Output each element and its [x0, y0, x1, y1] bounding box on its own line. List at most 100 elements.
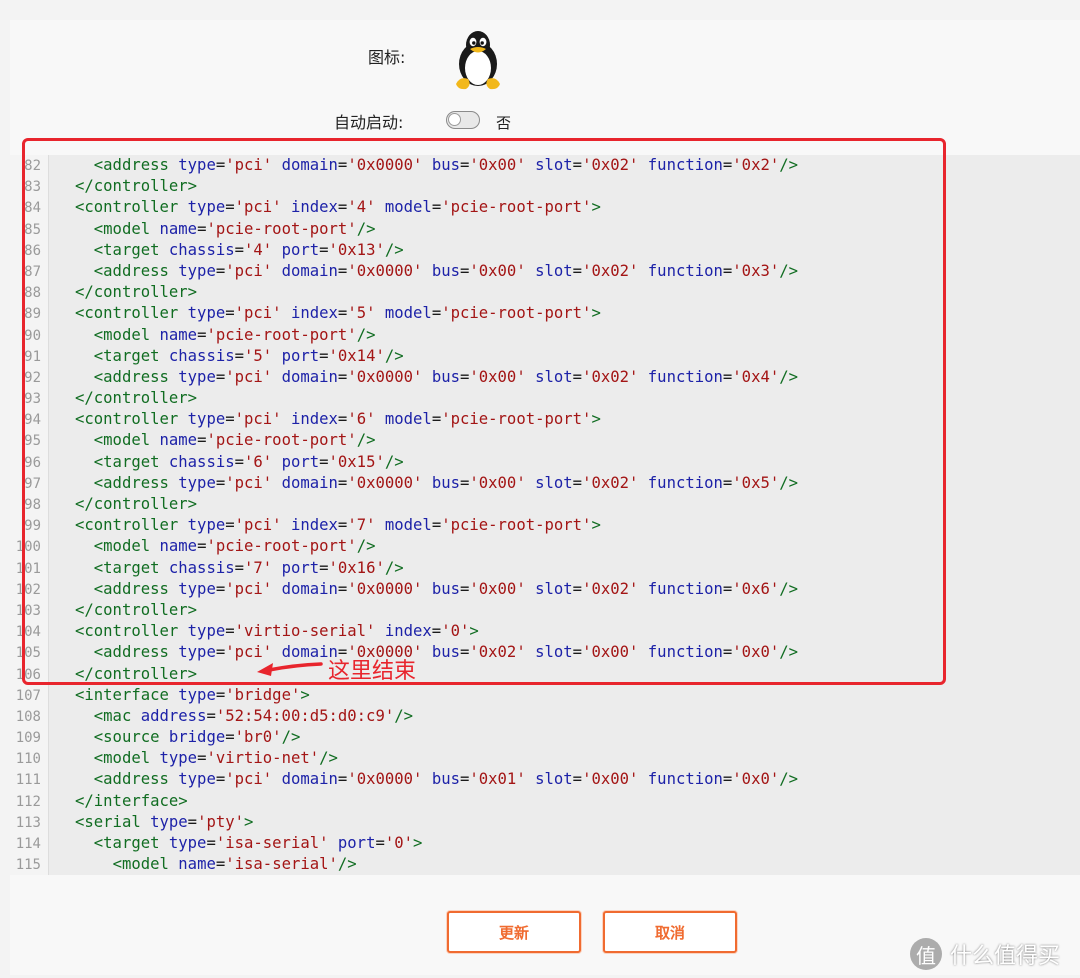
xml-attribute: domain — [281, 579, 338, 598]
xml-equals: = — [234, 346, 244, 365]
xml-attribute: port — [281, 452, 320, 471]
line-number: 94 — [24, 412, 41, 429]
cancel-button[interactable]: 取消 — [603, 911, 737, 953]
line-source: <address type='pci' domain='0x0000' bus=… — [47, 367, 798, 388]
xml-value: '0x0000' — [347, 770, 423, 789]
xml-attribute: chassis — [168, 558, 235, 577]
xml-value: 'pci' — [234, 516, 282, 535]
autostart-state: 否 — [496, 114, 512, 132]
code-line: 114 <target type='isa-serial' port='0'> — [10, 833, 798, 854]
xml-equals: = — [215, 579, 226, 598]
line-number: 88 — [24, 285, 41, 302]
xml-equals: = — [337, 261, 348, 280]
xml-attribute: index — [384, 622, 432, 641]
xml-attribute: type — [178, 367, 216, 386]
xml-tag: <address — [93, 261, 169, 280]
line-number: 95 — [24, 433, 41, 450]
xml-value: '6' — [244, 452, 273, 471]
line-number: 90 — [24, 327, 41, 344]
update-button[interactable]: 更新 — [447, 911, 581, 953]
xml-close-tag: </controller> — [75, 389, 198, 408]
xml-equals: = — [337, 304, 348, 323]
xml-value: '0x0000' — [347, 156, 423, 174]
xml-equals: = — [431, 304, 442, 323]
xml-equals: = — [722, 643, 733, 662]
xml-value: 'pci' — [225, 367, 273, 386]
icon-label: 图标: — [368, 48, 406, 67]
xml-attribute: type — [150, 812, 188, 831]
xml-equals: = — [337, 156, 348, 174]
line-source: <controller type='virtio-serial' index='… — [47, 621, 479, 642]
line-number: 114 — [15, 836, 41, 852]
xml-value: 'pci' — [225, 473, 273, 492]
xml-value: 'isa-serial' — [225, 855, 338, 874]
line-source: <interface type='bridge'> — [47, 685, 310, 706]
xml-value: '0x0000' — [347, 473, 423, 492]
code-line: 86 <target chassis='4' port='0x13'/> — [10, 240, 798, 261]
code-line: 84 <controller type='pci' index='4' model… — [10, 197, 798, 218]
code-line: 107 <interface type='bridge'> — [10, 685, 798, 706]
xml-value: '5' — [244, 346, 273, 365]
line-number: 109 — [15, 730, 41, 747]
watermark-text: 什么值得买 — [950, 944, 1061, 969]
xml-tag-end: /> — [779, 770, 799, 789]
xml-equals: = — [225, 198, 235, 217]
xml-tag: <serial — [75, 812, 141, 831]
autostart-toggle[interactable] — [446, 111, 480, 129]
line-number: 104 — [15, 624, 41, 641]
xml-attribute: type — [168, 834, 207, 852]
xml-equals: = — [337, 473, 348, 492]
xml-equals: = — [215, 643, 226, 662]
code-line: 88 </controller> — [10, 282, 798, 303]
code-line: 83 </controller> — [10, 176, 798, 197]
xml-tag: <model — [93, 431, 151, 450]
xml-value: 'pcie-root-port' — [206, 537, 357, 556]
xml-tag: <source — [93, 728, 160, 747]
xml-equals: = — [337, 770, 348, 789]
xml-value: 'virtio-serial' — [234, 622, 376, 641]
xml-value: '0x00' — [469, 261, 526, 280]
xml-attribute: slot — [535, 367, 573, 386]
xml-equals: = — [722, 156, 733, 174]
xml-attribute: function — [647, 473, 723, 492]
xml-attribute: port — [281, 346, 320, 365]
xml-equals: = — [722, 579, 733, 598]
xml-value: 'pcie-root-port' — [441, 516, 592, 535]
xml-tag-end: /> — [384, 346, 404, 365]
xml-equals: = — [215, 261, 226, 280]
xml-value: '0x00' — [582, 770, 639, 789]
xml-code-editor[interactable]: 82 <address type='pci' domain='0x0000' b… — [10, 155, 1080, 875]
line-source: <address type='pci' domain='0x0000' bus=… — [47, 579, 798, 600]
xml-attribute: function — [647, 261, 723, 280]
xml-tag: <target — [93, 452, 160, 471]
line-number: 84 — [24, 200, 41, 217]
line-number: 93 — [24, 391, 41, 408]
xml-tag-end: /> — [356, 431, 376, 450]
code-line: 96 <target chassis='6' port='0x15'/> — [10, 452, 798, 473]
xml-tag: <controller — [75, 622, 179, 641]
xml-tag: <address — [93, 473, 169, 492]
line-source: <model name='pcie-root-port'/> — [47, 430, 376, 451]
xml-value: 'pcie-root-port' — [206, 325, 357, 344]
xml-equals: = — [459, 261, 470, 280]
linux-tux-icon[interactable] — [448, 28, 508, 90]
xml-equals: = — [431, 516, 442, 535]
xml-equals: = — [215, 770, 226, 789]
xml-attribute: domain — [281, 367, 338, 386]
arrow-left-icon — [257, 662, 323, 676]
xml-equals: = — [319, 558, 329, 577]
line-source: <model name='isa-serial'/> — [47, 854, 357, 875]
line-number: 107 — [15, 687, 41, 704]
xml-equals: = — [459, 367, 470, 386]
line-source: <target chassis='4' port='0x13'/> — [47, 240, 404, 261]
xml-value: '6' — [347, 410, 376, 429]
xml-attribute: type — [187, 622, 226, 641]
xml-attribute: index — [290, 304, 338, 323]
xml-attribute: slot — [535, 770, 573, 789]
line-number: 115 — [15, 857, 41, 874]
code-line: 103 </controller> — [10, 600, 798, 621]
code-line: 112 </interface> — [10, 791, 798, 812]
xml-equals: = — [337, 198, 348, 217]
xml-attribute: model — [384, 304, 432, 323]
xml-equals: = — [572, 770, 583, 789]
